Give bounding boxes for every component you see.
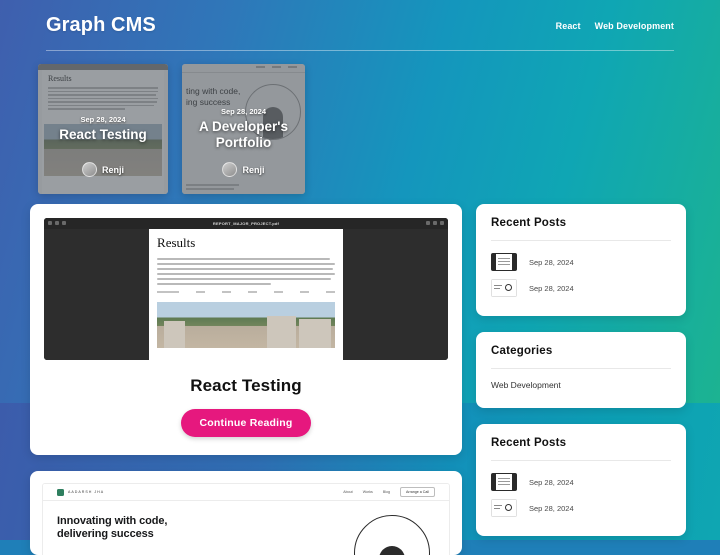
- search-icon[interactable]: [433, 221, 437, 225]
- site-hero: Innovating with code, delivering success: [43, 501, 449, 555]
- post-preview-portfolio-site[interactable]: AADARSH JHA About Works Blog Arrange a C…: [42, 483, 450, 555]
- portrait-ring: [354, 515, 430, 555]
- nav-link-web-development[interactable]: Web Development: [595, 21, 674, 31]
- posts-column: REPORT_MAJOR_PROJECT.pdf Results React T…: [30, 204, 462, 555]
- site-nav-blog[interactable]: Blog: [383, 490, 390, 494]
- recent-post-thumbnail-pdf: [491, 253, 517, 271]
- widget-divider: [491, 240, 671, 241]
- featured-title: React Testing: [59, 127, 147, 143]
- site-hero-heading-line1: Innovating with code,: [57, 515, 168, 527]
- widget-categories: Categories Web Development: [476, 332, 686, 408]
- brand-title[interactable]: Graph CMS: [46, 14, 156, 37]
- recent-post-date: Sep 28, 2024: [529, 503, 574, 513]
- featured-date: Sep 28, 2024: [80, 115, 126, 125]
- featured-title: A Developer's Portfolio: [199, 119, 288, 150]
- pdf-embedded-site-nav: [157, 291, 335, 293]
- widget-divider: [491, 460, 671, 461]
- featured-card-react-testing[interactable]: Results Sep 28, 2024 React Testing Renji: [38, 64, 168, 194]
- main-nav: React Web Development: [556, 21, 674, 31]
- zoom-level-icon[interactable]: [426, 221, 430, 225]
- site-hero-portrait: [349, 515, 435, 555]
- widget-recent-posts-2: Recent Posts Sep 28, 2024 Sep 28, 2024: [476, 424, 686, 536]
- recent-post-thumbnail-site: [491, 499, 517, 517]
- post-preview-pdf-viewer[interactable]: REPORT_MAJOR_PROJECT.pdf Results: [44, 218, 448, 360]
- post-card-react-testing: REPORT_MAJOR_PROJECT.pdf Results React T…: [30, 204, 462, 455]
- logo-mark-icon: [57, 488, 64, 496]
- recent-post-date: Sep 28, 2024: [529, 257, 574, 267]
- avatar: [222, 162, 238, 177]
- list-item[interactable]: Sep 28, 2024: [491, 249, 671, 275]
- post-title: React Testing: [190, 376, 302, 395]
- portrait-head: [379, 546, 405, 555]
- widget-divider: [491, 368, 671, 369]
- featured-date: Sep 28, 2024: [220, 107, 267, 117]
- avatar: [81, 162, 97, 177]
- site-hero-text: Innovating with code, delivering success: [57, 515, 339, 555]
- window-controls-icon[interactable]: [440, 221, 444, 225]
- pdf-embedded-photo: [157, 302, 335, 348]
- featured-carousel: Results Sep 28, 2024 React Testing Renji…: [0, 51, 720, 194]
- list-item[interactable]: Sep 28, 2024: [491, 469, 671, 495]
- featured-card-developers-portfolio[interactable]: ting with code, ing success Sep 28, 2024…: [182, 64, 305, 194]
- continue-reading-button[interactable]: Continue Reading: [181, 409, 311, 437]
- site-nav-about[interactable]: About: [343, 490, 352, 494]
- pdf-body-text: [157, 258, 335, 285]
- featured-author-name: Renji: [101, 164, 124, 175]
- pdf-window-titlebar: REPORT_MAJOR_PROJECT.pdf: [44, 218, 448, 229]
- nav-link-react[interactable]: React: [556, 21, 581, 31]
- recent-post-thumbnail-pdf: [491, 473, 517, 491]
- pdf-window-title: REPORT_MAJOR_PROJECT.pdf: [212, 221, 280, 226]
- page-number-icon[interactable]: [55, 221, 59, 225]
- featured-author-name: Renji: [242, 164, 265, 175]
- site-logo[interactable]: AADARSH JHA: [57, 488, 105, 496]
- page-root: Graph CMS React Web Development Results: [0, 0, 720, 555]
- site-nav-works[interactable]: Works: [363, 490, 373, 494]
- category-item-web-development[interactable]: Web Development: [491, 377, 671, 393]
- pdf-toolbar-left: [48, 221, 66, 225]
- recent-post-thumbnail-site: [491, 279, 517, 297]
- list-item[interactable]: Sep 28, 2024: [491, 495, 671, 521]
- post-cta-wrap: Continue Reading: [44, 409, 448, 437]
- recent-post-date: Sep 28, 2024: [529, 283, 574, 293]
- featured-author: Renji: [182, 162, 305, 177]
- list-item[interactable]: Sep 28, 2024: [491, 275, 671, 301]
- content-area: REPORT_MAJOR_PROJECT.pdf Results React T…: [0, 194, 720, 555]
- arrange-a-call-button[interactable]: Arrange a Call: [400, 487, 435, 497]
- pdf-page: Results: [149, 229, 343, 360]
- site-topbar: AADARSH JHA About Works Blog Arrange a C…: [43, 484, 449, 501]
- widget-title: Categories: [491, 345, 553, 357]
- recent-post-date: Sep 28, 2024: [529, 477, 574, 487]
- pdf-page-heading: Results: [157, 235, 196, 250]
- sidebar-toggle-icon[interactable]: [48, 221, 52, 225]
- site-logo-text: AADARSH JHA: [68, 490, 105, 494]
- featured-author: Renji: [38, 162, 168, 177]
- post-card-developers-portfolio: AADARSH JHA About Works Blog Arrange a C…: [30, 471, 462, 555]
- widget-title: Recent Posts: [491, 437, 567, 449]
- sidebar-column: Recent Posts Sep 28, 2024 Sep 28, 2024 C…: [476, 204, 686, 552]
- widget-recent-posts-1: Recent Posts Sep 28, 2024 Sep 28, 2024: [476, 204, 686, 316]
- markup-icon[interactable]: [62, 221, 66, 225]
- pdf-toolbar-right: [426, 221, 444, 225]
- site-nav: About Works Blog Arrange a Call: [343, 487, 435, 497]
- widget-title: Recent Posts: [491, 217, 567, 229]
- site-header: Graph CMS React Web Development: [0, 0, 720, 37]
